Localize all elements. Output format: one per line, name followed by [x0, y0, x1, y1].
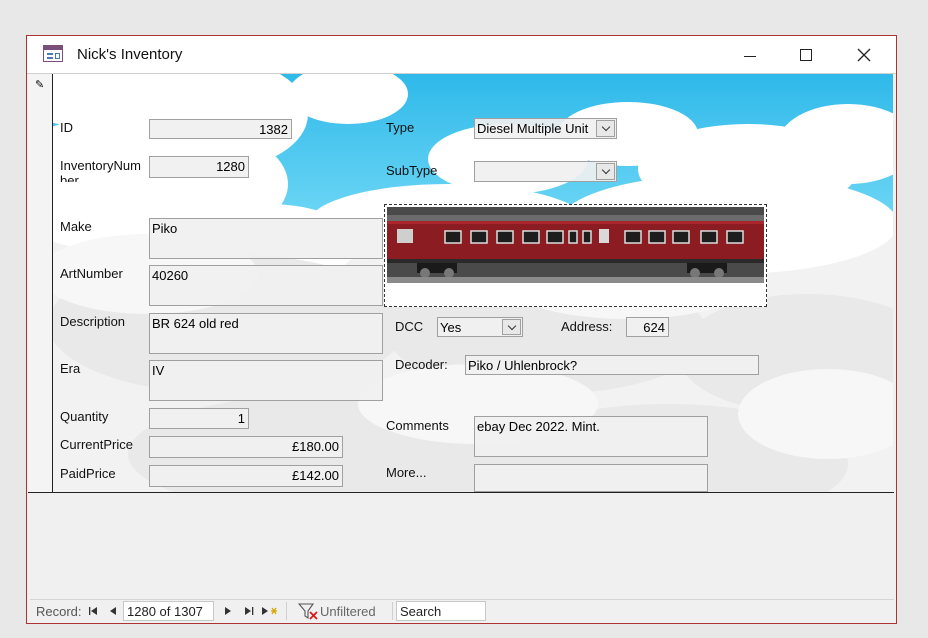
paid-price-field[interactable]: £142.00 [149, 465, 343, 487]
dcc-combo[interactable]: Yes [437, 317, 523, 337]
type-dropdown-button[interactable] [596, 120, 615, 137]
dcc-dropdown-button[interactable] [502, 319, 521, 335]
decoder-field[interactable]: Piko / Uhlenbrock? [465, 355, 759, 375]
id-label: ID [60, 120, 73, 135]
next-record-icon [225, 607, 231, 615]
comments-field[interactable]: ebay Dec 2022. Mint. [474, 416, 708, 457]
filter-indicator[interactable]: Unfiltered [298, 602, 376, 620]
id-field[interactable]: 1382 [149, 119, 292, 139]
close-button[interactable] [841, 36, 887, 74]
window-title: Nick's Inventory [77, 46, 183, 63]
train-photo-icon [387, 207, 764, 283]
first-record-button[interactable] [87, 603, 99, 619]
previous-record-button[interactable] [107, 603, 119, 619]
decoder-label: Decoder: [395, 357, 448, 372]
comments-label: Comments [386, 418, 449, 433]
maximize-button[interactable] [783, 36, 829, 74]
chevron-down-icon [601, 165, 610, 175]
paid-price-label: PaidPrice [60, 466, 116, 481]
make-label: Make [60, 219, 92, 234]
chevron-down-icon [601, 122, 610, 132]
dcc-label: DCC [395, 319, 424, 334]
first-record-icon [89, 607, 97, 615]
inventory-number-label: InventoryNum ber [60, 158, 141, 182]
inventory-number-field[interactable]: 1280 [149, 156, 249, 178]
search-input[interactable]: Search [396, 601, 486, 621]
description-label: Description [60, 314, 126, 329]
last-record-button[interactable] [242, 603, 256, 619]
form-footer-area [34, 494, 893, 597]
art-number-label: ArtNumber [60, 266, 123, 281]
current-price-field[interactable]: £180.00 [149, 436, 343, 458]
form-icon [43, 45, 63, 62]
new-record-button[interactable] [260, 603, 278, 619]
make-field[interactable]: Piko [149, 218, 383, 259]
subtype-combo[interactable] [474, 161, 617, 182]
title-bar[interactable]: Nick's Inventory [27, 36, 896, 74]
dcc-value: Yes [440, 320, 462, 335]
inventory-window: Nick's Inventory ✎ ID 1382 InventoryNum … [26, 35, 897, 624]
more-field[interactable] [474, 464, 708, 492]
nav-separator [392, 602, 393, 620]
description-field[interactable]: BR 624 old red [149, 313, 383, 354]
filter-icon [298, 603, 318, 620]
current-record-input[interactable]: 1280 of 1307 [123, 601, 214, 621]
era-label: Era [60, 361, 81, 376]
quantity-field[interactable]: 1 [149, 408, 249, 429]
era-field[interactable]: IV [149, 360, 383, 401]
close-icon [857, 48, 871, 62]
current-price-label: CurrentPrice [60, 437, 133, 452]
filter-status: Unfiltered [320, 603, 376, 619]
type-value: Diesel Multiple Unit [477, 121, 589, 136]
form-detail: ✎ ID 1382 InventoryNum ber 1280 Make Pik… [28, 74, 893, 492]
address-label: Address: [561, 319, 613, 334]
art-number-field[interactable]: 40260 [149, 265, 383, 306]
train-photo-frame[interactable] [384, 204, 767, 307]
form-divider [28, 492, 894, 493]
edit-pencil-icon: ✎ [35, 79, 45, 91]
previous-record-icon [110, 607, 116, 615]
next-record-button[interactable] [222, 603, 234, 619]
subtype-label: SubType [386, 163, 438, 178]
record-navigation-bar: Record: 1280 of 1307 Unfiltered Search [30, 599, 894, 621]
minimize-button[interactable] [727, 36, 773, 74]
train-photo [387, 207, 764, 283]
more-label: More... [386, 465, 427, 480]
type-label: Type [386, 120, 415, 135]
type-combo[interactable]: Diesel Multiple Unit [474, 118, 617, 139]
record-label: Record: [36, 604, 82, 619]
record-selector[interactable]: ✎ [28, 74, 53, 492]
subtype-dropdown-button[interactable] [596, 163, 615, 180]
address-field[interactable]: 624 [626, 317, 669, 337]
minimize-icon [744, 55, 756, 57]
nav-separator [286, 602, 287, 620]
new-record-icon [262, 607, 277, 615]
chevron-down-icon [507, 321, 516, 330]
last-record-icon [244, 607, 253, 615]
quantity-label: Quantity [60, 409, 109, 424]
maximize-icon [800, 49, 812, 61]
